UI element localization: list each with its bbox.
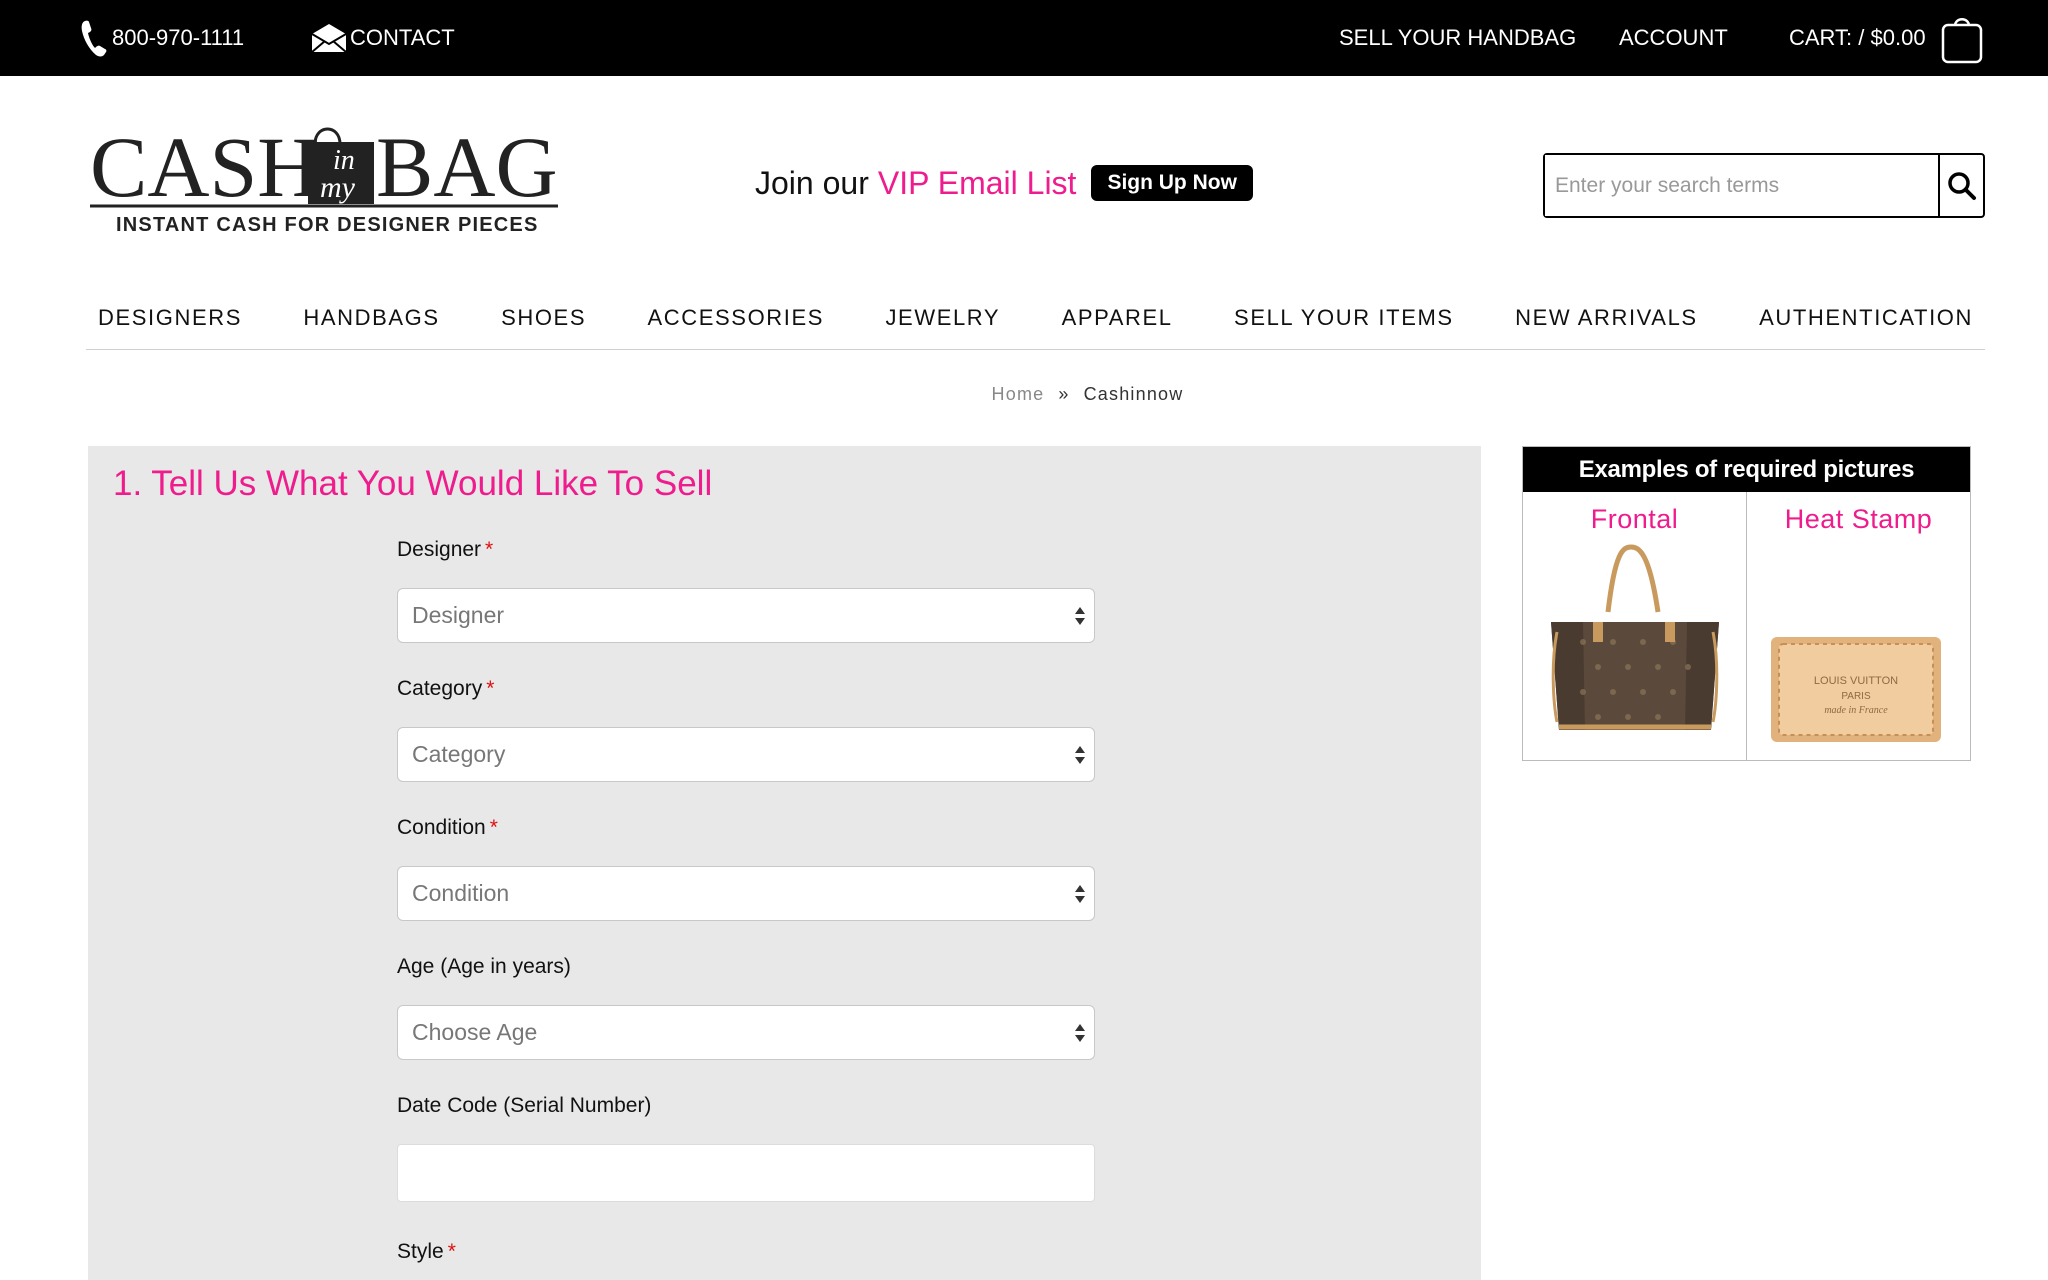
- breadcrumb-separator: »: [1058, 384, 1070, 404]
- cart-link[interactable]: CART: / $0.00: [1789, 0, 1926, 76]
- designer-select[interactable]: Designer: [397, 588, 1095, 643]
- required-marker: *: [486, 677, 495, 700]
- sell-form-panel: 1. Tell Us What You Would Like To Sell D…: [88, 446, 1481, 1280]
- age-label-text: Age (Age in years): [397, 955, 571, 978]
- style-label: Style *: [397, 1240, 456, 1264]
- top-bar: 800-970-1111 CONTACT SELL YOUR HANDBAG A…: [0, 0, 2048, 76]
- nav-jewelry[interactable]: JEWELRY: [885, 290, 1000, 349]
- contact-label: CONTACT: [350, 25, 455, 50]
- category-select-value: Category: [412, 741, 506, 767]
- account-label: ACCOUNT: [1619, 25, 1728, 50]
- condition-label-text: Condition: [397, 816, 486, 839]
- examples-title: Examples of required pictures: [1523, 447, 1970, 492]
- shopping-bag-icon: [1941, 18, 1983, 64]
- handbag-frontal-image: [1551, 544, 1719, 730]
- stamp-line-2: PARIS: [1841, 691, 1871, 702]
- example-heat-stamp: Heat Stamp LOUIS VUITTON PARIS made in F…: [1746, 492, 1970, 760]
- logo-word-my: my: [320, 171, 356, 204]
- nav-designers[interactable]: DESIGNERS: [98, 290, 242, 349]
- frontal-caption: Frontal: [1590, 504, 1679, 534]
- breadcrumb-current: Cashinnow: [1083, 384, 1184, 404]
- age-label: Age (Age in years): [397, 955, 571, 979]
- main-nav: DESIGNERS HANDBAGS SHOES ACCESSORIES JEW…: [86, 290, 1985, 350]
- nav-new-arrivals[interactable]: NEW ARRIVALS: [1515, 290, 1698, 349]
- logo-graphic: CASH in my BAG INSTANT CASH FOR DESIGNER…: [90, 119, 558, 236]
- nav-handbags[interactable]: HANDBAGS: [303, 290, 439, 349]
- vip-prefix: Join our: [755, 164, 869, 201]
- select-arrows-icon: [1075, 885, 1085, 903]
- condition-select-value: Condition: [412, 880, 510, 906]
- heat-stamp-caption: Heat Stamp: [1784, 504, 1933, 534]
- logo-word-bag: BAG: [376, 119, 558, 215]
- designer-label-text: Designer: [397, 538, 482, 561]
- breadcrumb: Home » Cashinnow: [0, 384, 2048, 405]
- designer-label: Designer *: [397, 538, 493, 562]
- select-arrows-icon: [1075, 1024, 1085, 1042]
- vip-highlight: VIP Email List: [877, 164, 1077, 201]
- form-title: 1. Tell Us What You Would Like To Sell: [113, 464, 713, 503]
- logo-tagline: INSTANT CASH FOR DESIGNER PIECES: [116, 214, 539, 236]
- select-arrows-icon: [1075, 746, 1085, 764]
- category-select[interactable]: Category: [397, 727, 1095, 782]
- designer-select-value: Designer: [412, 602, 505, 628]
- cart-button[interactable]: [1940, 0, 1984, 76]
- age-select-value: Choose Age: [412, 1019, 538, 1045]
- style-label-text: Style: [397, 1240, 444, 1263]
- sell-handbag-link[interactable]: SELL YOUR HANDBAG: [1339, 0, 1576, 76]
- search-button[interactable]: [1938, 155, 1983, 216]
- nav-sell-your-items[interactable]: SELL YOUR ITEMS: [1234, 290, 1454, 349]
- search-input[interactable]: [1545, 155, 1938, 216]
- example-frontal: Frontal: [1523, 492, 1746, 760]
- date-code-label: Date Code (Serial Number): [397, 1094, 651, 1118]
- date-code-input[interactable]: [397, 1144, 1095, 1202]
- required-pictures-examples: Examples of required pictures Frontal He…: [1522, 446, 1971, 761]
- condition-select[interactable]: Condition: [397, 866, 1095, 921]
- required-marker: *: [489, 816, 498, 839]
- nav-shoes[interactable]: SHOES: [501, 290, 586, 349]
- site-logo[interactable]: CASH in my BAG INSTANT CASH FOR DESIGNER…: [90, 114, 560, 242]
- stamp-line-3: made in France: [1824, 705, 1888, 716]
- required-marker: *: [485, 538, 494, 561]
- breadcrumb-home[interactable]: Home: [992, 384, 1045, 404]
- envelope-icon: [311, 24, 347, 53]
- account-link[interactable]: ACCOUNT: [1619, 0, 1728, 76]
- stamp-line-1: LOUIS VUITTON: [1814, 675, 1898, 687]
- date-code-label-text: Date Code (Serial Number): [397, 1094, 652, 1117]
- category-label-text: Category: [397, 677, 483, 700]
- nav-accessories[interactable]: ACCESSORIES: [648, 290, 825, 349]
- sell-handbag-label: SELL YOUR HANDBAG: [1339, 25, 1577, 50]
- category-label: Category *: [397, 677, 494, 701]
- phone-number: 800-970-1111: [112, 25, 245, 50]
- nav-authentication[interactable]: AUTHENTICATION: [1759, 290, 1973, 349]
- select-arrows-icon: [1075, 607, 1085, 625]
- condition-label: Condition *: [397, 816, 498, 840]
- sign-up-button[interactable]: Sign Up Now: [1091, 165, 1253, 201]
- heat-stamp-image: LOUIS VUITTON PARIS made in France: [1771, 637, 1941, 742]
- age-select[interactable]: Choose Age: [397, 1005, 1095, 1060]
- contact-link[interactable]: CONTACT: [310, 0, 455, 76]
- search-icon: [1947, 171, 1976, 200]
- search-box: [1543, 153, 1985, 218]
- required-marker: *: [447, 1240, 456, 1263]
- nav-apparel[interactable]: APPAREL: [1062, 290, 1173, 349]
- vip-signup: Join our VIP Email List Sign Up Now: [755, 160, 1253, 206]
- cart-total: CART: / $0.00: [1789, 25, 1926, 50]
- phone-icon: [81, 20, 107, 57]
- phone-link[interactable]: 800-970-1111: [80, 0, 244, 76]
- logo-word-cash: CASH: [90, 119, 319, 215]
